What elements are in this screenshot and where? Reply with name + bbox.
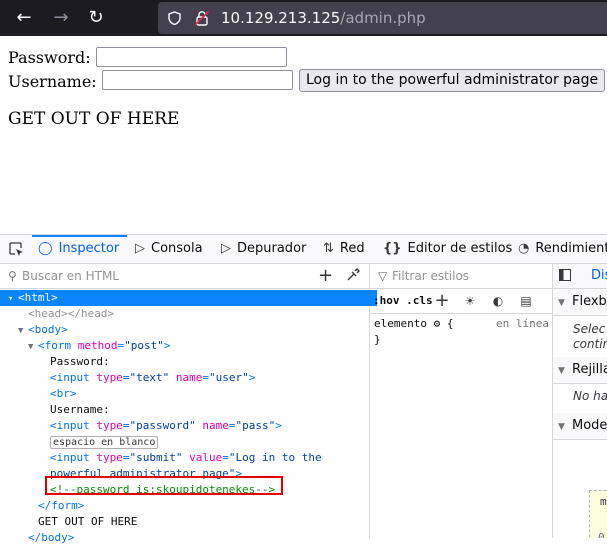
tab-label: Red — [339, 241, 365, 256]
url-host: 10.129.213.125 — [221, 9, 341, 27]
arrow-left-icon[interactable]: ← — [12, 6, 36, 30]
search-icon: ⚲ — [8, 269, 17, 283]
layout-pane: Dis ▼Flexbo Selec contin ▼Rejilla No ha … — [553, 264, 607, 538]
comment-highlight-box — [45, 476, 283, 495]
tree-node-body[interactable]: ▼ <body> — [0, 322, 68, 338]
expand-arrow-icon: ▼ — [558, 366, 565, 376]
expand-arrow-icon: ▼ — [558, 298, 565, 308]
add-rule-icon[interactable]: + — [434, 292, 450, 310]
tree-whitespace-node[interactable]: espacio en blanco — [0, 434, 159, 450]
password-field[interactable] — [96, 47, 287, 67]
tab-label: Inspector — [58, 241, 120, 256]
tree-node-input[interactable]: <input type="submit" value="Log in to th… — [0, 450, 322, 466]
username-field[interactable] — [102, 70, 293, 90]
tab-style-editor[interactable]: {} Editor de estilos — [383, 235, 512, 263]
gear-icon[interactable]: ⚙ — [434, 317, 441, 330]
url-path: /admin.php — [340, 9, 426, 27]
html-tree: ▾ <html> <head></head> ▼ <body> ▼ <form met… — [0, 289, 377, 544]
tree-node-input[interactable]: <input type="password" name="pass"> — [0, 418, 282, 434]
console-icon: ▷ — [135, 241, 145, 256]
grid-note: No ha — [573, 389, 607, 403]
performance-icon: ◔ — [518, 241, 530, 256]
filter-icon: ▽ — [378, 269, 388, 283]
style-editor-icon: {} — [383, 241, 402, 256]
page-message: GET OUT OF HERE — [8, 109, 180, 129]
shield-icon[interactable] — [168, 11, 181, 25]
hov-cls-toggle[interactable]: :hov .cls — [373, 289, 433, 313]
flexbox-section[interactable]: ▼Flexbo — [553, 289, 607, 316]
filter-styles-input[interactable]: Filtrar estilos — [392, 264, 469, 288]
add-node-icon[interactable]: + — [318, 264, 333, 288]
expand-arrow-icon: ▼ — [558, 422, 565, 432]
tab-label: Consola — [151, 241, 203, 256]
whitespace-badge: espacio en blanco — [50, 436, 159, 449]
inspector-icon: ◯ — [38, 241, 53, 256]
tab-label: Depurador — [237, 241, 307, 256]
username-label: Username: — [8, 72, 97, 91]
tree-node-head[interactable]: <head></head> — [0, 306, 114, 322]
insecure-lock-icon[interactable] — [194, 10, 210, 26]
tree-node-form[interactable]: ▼ <form method="post"> — [0, 338, 171, 354]
tree-node-form-close[interactable]: </form> — [0, 498, 84, 514]
html-search-input[interactable]: Buscar en HTML — [22, 264, 119, 288]
address-bar[interactable]: 10.129.213.125/admin.php — [158, 2, 607, 34]
rules-toolbar: :hov .cls + ☀ ◐ ▤ — [370, 289, 552, 314]
tree-text-node[interactable]: Username: — [0, 402, 110, 418]
login-submit-button[interactable]: Log in to the powerful administrator pag… — [299, 69, 606, 92]
tab-label: Editor de estilos — [407, 241, 513, 256]
box-model-diagram: m 0 — [589, 490, 607, 538]
dark-scheme-icon[interactable]: ◐ — [490, 293, 506, 309]
flexbox-note: Selec — [573, 322, 606, 336]
element-picker-icon[interactable] — [8, 241, 24, 257]
password-label: Password: — [8, 48, 91, 67]
tab-debugger[interactable]: ▷ Depurador — [221, 235, 306, 263]
debugger-icon: ▷ — [221, 241, 231, 256]
tree-node-br[interactable]: <br> — [0, 386, 77, 402]
tab-console[interactable]: ▷ Consola — [135, 235, 203, 263]
tab-layout[interactable]: Dis — [553, 264, 607, 289]
devtools-tab-bar: ◯ Inspector ▷ Consola ▷ Depurador ⇅ Red {} Ed… — [0, 235, 607, 264]
url-text[interactable]: 10.129.213.125/admin.php — [221, 2, 426, 34]
rule-source[interactable]: en línea — [496, 316, 549, 332]
tab-inspector[interactable]: ◯ Inspector — [38, 235, 119, 263]
rules-pane: ▽ Filtrar estilos :hov .cls + ☀ ◐ ▤ elem… — [370, 264, 553, 538]
light-scheme-icon[interactable]: ☀ — [462, 293, 478, 309]
flexbox-note: contin — [573, 337, 607, 351]
network-icon: ⇅ — [323, 241, 334, 256]
rules-filter-bar: ▽ Filtrar estilos — [370, 264, 552, 289]
markup-pane: ⚲ Buscar en HTML + ▾ <html> <head></head>… — [0, 264, 377, 544]
tab-network[interactable]: ⇅ Red — [323, 235, 365, 263]
arrow-right-icon[interactable]: → — [49, 6, 73, 30]
html-search-bar: ⚲ Buscar en HTML + — [0, 264, 369, 289]
tab-label: Rendimient — [535, 241, 607, 256]
box-model-margin-label: m — [600, 495, 607, 508]
sidebar-toggle-icon[interactable] — [559, 269, 571, 281]
collapse-arrow-icon[interactable]: ▼ — [18, 323, 28, 339]
eyedropper-icon[interactable] — [346, 268, 360, 282]
tree-node-html[interactable]: ▾ <html> — [0, 290, 377, 306]
tree-node-body-close[interactable]: </body> — [0, 530, 74, 546]
tree-text-node[interactable]: GET OUT OF HERE — [0, 514, 137, 530]
rule-close-brace: } — [374, 333, 381, 346]
box-model-section[interactable]: ▼Model — [553, 413, 607, 440]
page-content: Password: Username: Log in to the powerf… — [0, 36, 607, 234]
tree-text-node[interactable]: Password: — [0, 354, 110, 370]
tree-node-input[interactable]: <input type="text" name="user"> — [0, 370, 255, 386]
grid-section[interactable]: ▼ Rejilla — [553, 357, 607, 384]
collapse-arrow-icon[interactable]: ▼ — [28, 339, 38, 355]
reload-icon[interactable]: ↻ — [84, 6, 108, 30]
tab-performance[interactable]: ◔ Rendimient — [518, 235, 607, 263]
rule-selector[interactable]: elemento ⚙ { — [374, 316, 453, 332]
browser-toolbar: ← → ↻ 10.129.213.125/admin.php — [0, 0, 607, 36]
collapse-arrow-icon[interactable]: ▾ — [8, 291, 18, 307]
print-media-icon[interactable]: ▤ — [518, 293, 534, 309]
